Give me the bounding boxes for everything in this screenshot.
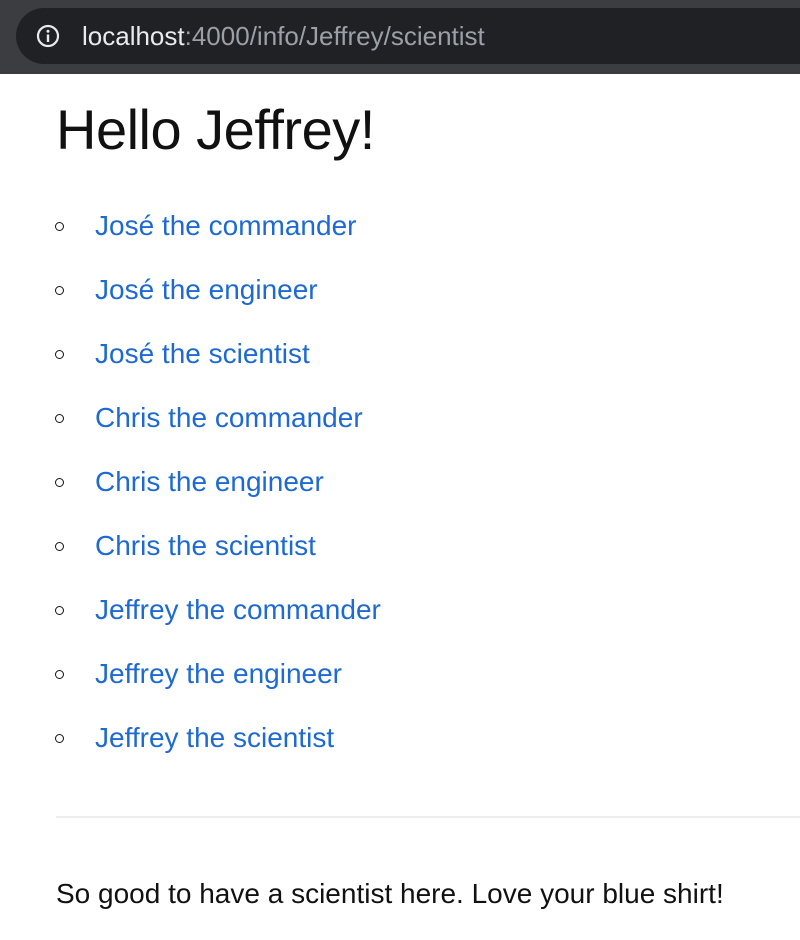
url-host: localhost	[82, 21, 185, 51]
list-bullet	[55, 734, 64, 743]
link-jose-scientist[interactable]: José the scientist	[95, 336, 310, 372]
link-chris-scientist[interactable]: Chris the scientist	[95, 528, 316, 564]
page-title: Hello Jeffrey!	[56, 98, 375, 161]
list-bullet	[55, 350, 64, 359]
url-path: :4000/info/Jeffrey/scientist	[184, 21, 485, 51]
link-jose-engineer[interactable]: José the engineer	[95, 272, 318, 308]
list-item: Chris the scientist	[0, 514, 800, 578]
link-jeffrey-scientist[interactable]: Jeffrey the scientist	[95, 720, 334, 756]
link-jeffrey-engineer[interactable]: Jeffrey the engineer	[95, 656, 342, 692]
list-item: Chris the commander	[0, 386, 800, 450]
greeting-message: So good to have a scientist here. Love y…	[56, 878, 724, 909]
link-jose-commander[interactable]: José the commander	[95, 208, 356, 244]
list-item: José the scientist	[0, 322, 800, 386]
link-chris-engineer[interactable]: Chris the engineer	[95, 464, 324, 500]
horizontal-divider	[56, 816, 800, 818]
list-bullet	[55, 542, 64, 551]
list-bullet	[55, 670, 64, 679]
info-icon[interactable]	[36, 24, 60, 48]
list-bullet	[55, 222, 64, 231]
list-bullet	[55, 606, 64, 615]
list-item: Jeffrey the scientist	[0, 706, 800, 770]
list-bullet	[55, 286, 64, 295]
list-item: Jeffrey the commander	[0, 578, 800, 642]
browser-toolbar: localhost:4000/info/Jeffrey/scientist	[0, 0, 800, 74]
link-jeffrey-commander[interactable]: Jeffrey the commander	[95, 592, 381, 628]
list-bullet	[55, 478, 64, 487]
list-item: Chris the engineer	[0, 450, 800, 514]
list-bullet	[55, 414, 64, 423]
list-item: Jeffrey the engineer	[0, 642, 800, 706]
list-item: José the commander	[0, 194, 800, 258]
crew-link-list: José the commander José the engineer Jos…	[0, 194, 800, 770]
address-bar-url[interactable]: localhost:4000/info/Jeffrey/scientist	[82, 18, 485, 54]
list-item: José the engineer	[0, 258, 800, 322]
link-chris-commander[interactable]: Chris the commander	[95, 400, 363, 436]
